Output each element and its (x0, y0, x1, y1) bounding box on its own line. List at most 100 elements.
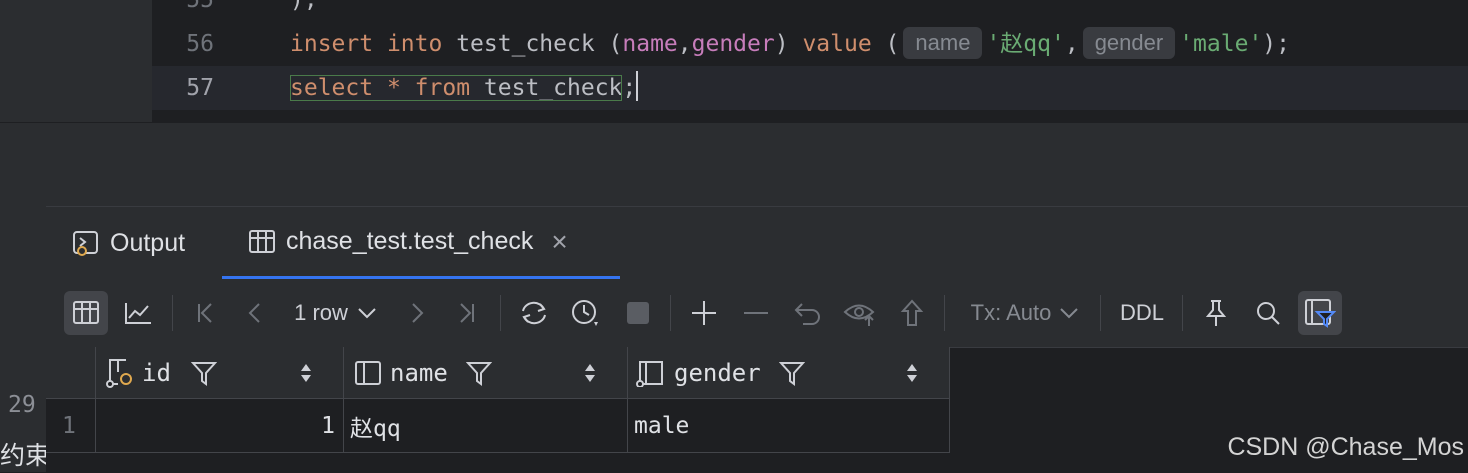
column-name: name (622, 31, 678, 57)
revert-button[interactable] (786, 291, 830, 335)
plus-icon (692, 301, 716, 325)
next-page-button[interactable] (394, 291, 438, 335)
keyword: from (414, 75, 471, 101)
console-icon (72, 229, 100, 257)
sort-icon (585, 363, 595, 382)
row-count-label: 1 row (294, 300, 348, 325)
cell-id[interactable]: 1 (96, 399, 344, 453)
eye-icon (843, 304, 875, 326)
watermark: CSDN @Chase_Mos (1227, 433, 1464, 461)
line-number: 56 (186, 31, 214, 57)
tab-label: chase_test.test_check (286, 227, 534, 255)
preview-changes-button[interactable] (838, 291, 882, 335)
tab-table-result[interactable]: chase_test.test_check × (222, 207, 620, 279)
select-statement[interactable]: select * from test_check (290, 75, 623, 101)
column-icon (636, 360, 663, 387)
keyword: select (290, 75, 374, 101)
transaction-mode-dropdown[interactable]: Tx: Auto (962, 291, 1088, 335)
line-number: 55 (186, 0, 214, 13)
clock-icon (572, 300, 598, 326)
ddl-button[interactable]: DDL (1112, 291, 1172, 335)
chart-view-button[interactable] (116, 291, 160, 335)
chevron-down-icon (1060, 308, 1079, 319)
punctuation: ); (1262, 31, 1290, 57)
column-name: gender (691, 31, 775, 57)
table-view-button[interactable] (64, 291, 108, 335)
filter-icon (190, 361, 217, 386)
stop-icon (627, 302, 649, 324)
tab-output[interactable]: Output (72, 207, 185, 279)
table-name: test_check (483, 75, 623, 101)
last-page-icon (460, 303, 474, 323)
filter-icon (1305, 299, 1336, 328)
row-number: 1 (46, 399, 96, 453)
keyword: value (802, 31, 872, 57)
row-number-header (46, 347, 96, 399)
panel-tabs: Output chase_test.test_check × (46, 207, 1468, 280)
column-icon (355, 360, 381, 385)
column-header-name[interactable]: name (344, 347, 628, 399)
previous-page-button[interactable] (234, 291, 278, 335)
editor-gap (0, 122, 1468, 207)
sort-icon (907, 363, 917, 382)
chevron-down-icon (358, 308, 376, 319)
code-line-55: 55 ); (152, 0, 1468, 22)
punctuation: ( (871, 31, 900, 57)
first-page-icon (198, 303, 212, 323)
left-tool-strip (0, 0, 152, 122)
column-name: gender (674, 358, 761, 387)
punctuation: , (677, 31, 692, 57)
punctuation: ; (622, 75, 637, 101)
chevron-right-icon (412, 303, 424, 323)
table-name: test_check (456, 31, 595, 57)
key-column-icon (106, 358, 132, 388)
insert-statement[interactable]: insert into test_check (name,gender) val… (290, 22, 1290, 66)
column-header-id[interactable]: id (96, 347, 344, 399)
cell-gender[interactable]: male (628, 399, 950, 453)
search-icon (1257, 302, 1280, 325)
stop-button[interactable] (616, 291, 660, 335)
undo-icon (794, 303, 820, 325)
sort-icon (301, 363, 311, 382)
column-header-gender[interactable]: gender (628, 347, 950, 399)
punctuation: ( (594, 31, 623, 57)
tx-mode-label: Tx: Auto (970, 300, 1052, 325)
panel-left-strip (0, 206, 46, 472)
pin-icon (1205, 300, 1227, 326)
last-page-button[interactable] (444, 291, 488, 335)
code-line-56: 56 insert into test_check (name,gender) … (152, 22, 1468, 66)
refresh-button[interactable] (512, 291, 556, 335)
close-icon[interactable]: × (551, 226, 567, 258)
code-text: ); (290, 0, 318, 13)
history-button[interactable] (564, 291, 608, 335)
code-editor[interactable]: 55 ); 56 insert into test_check (name,ge… (0, 0, 1468, 122)
select-statement-line[interactable]: select * from test_check; (290, 66, 639, 110)
add-row-button[interactable] (682, 291, 726, 335)
chart-icon (125, 303, 151, 324)
cell-name[interactable]: 赵qq (344, 399, 628, 453)
string-literal: 'male' (1179, 31, 1263, 57)
pin-button[interactable] (1194, 291, 1238, 335)
star-operator: * (386, 75, 401, 101)
string-literal: '赵qq' (986, 31, 1065, 57)
tab-label: Output (110, 228, 186, 257)
submit-button[interactable] (890, 291, 934, 335)
column-name: id (142, 358, 171, 387)
results-toolbar: 1 row Tx: Auto DDL (46, 279, 1468, 348)
filter-icon (778, 361, 805, 386)
first-page-button[interactable] (184, 291, 228, 335)
punctuation: , (1064, 31, 1079, 57)
line-number: 29 (8, 392, 36, 418)
parameter-hint: name (903, 27, 983, 59)
keyword: insert (290, 31, 374, 57)
row-count-dropdown[interactable]: 1 row (286, 291, 386, 335)
minus-icon (744, 312, 768, 314)
filter-toggle-button[interactable] (1298, 291, 1342, 335)
code-line-57: 57 select * from test_check; (152, 66, 1468, 110)
delete-row-button[interactable] (734, 291, 778, 335)
search-button[interactable] (1246, 291, 1290, 335)
refresh-icon (522, 301, 546, 325)
punctuation: ) (774, 31, 803, 57)
chevron-left-icon (248, 303, 260, 323)
parameter-hint: gender (1082, 27, 1176, 59)
